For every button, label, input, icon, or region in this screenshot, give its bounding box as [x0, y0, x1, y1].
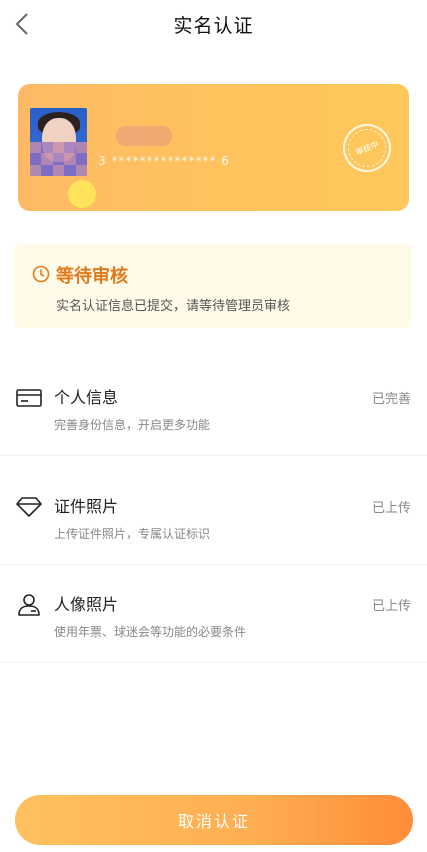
- status-box: 等待审核 实名认证信息已提交，请等待管理员审核: [14, 244, 412, 328]
- list-item-personal-info[interactable]: 个人信息 完善身份信息，开启更多功能 已完善: [0, 358, 427, 456]
- user-icon: [16, 593, 42, 617]
- id-number: 3 *************** 6: [98, 154, 230, 168]
- page-title: 实名认证: [173, 14, 254, 37]
- status-title: 等待审核: [56, 266, 128, 287]
- id-card: 审核中: [18, 84, 409, 211]
- review-stamp: 审核中: [335, 116, 399, 180]
- back-button[interactable]: [6, 8, 38, 40]
- id-card-icon: [16, 386, 42, 410]
- item-subtitle: 上传证件照片，专属认证标识: [54, 527, 211, 541]
- name-redacted: [116, 126, 172, 146]
- item-subtitle: 完善身份信息，开启更多功能: [54, 418, 211, 432]
- list-item-id-photo[interactable]: 证件照片 上传证件照片，专属认证标识 已上传: [0, 467, 427, 565]
- item-state: 已完善: [371, 392, 411, 407]
- item-label: 证件照片: [54, 497, 119, 516]
- item-state: 已上传: [371, 599, 411, 614]
- photo-mosaic: [30, 142, 87, 176]
- top-bar: 实名认证: [0, 0, 427, 48]
- item-state: 已上传: [371, 501, 411, 516]
- clock-icon: [32, 265, 50, 283]
- id-photo: [30, 108, 87, 176]
- item-subtitle: 使用年票、球迷会等功能的必要条件: [54, 625, 247, 639]
- item-label: 人像照片: [54, 595, 119, 614]
- chevron-left-icon: [15, 13, 28, 35]
- diamond-icon: [16, 495, 42, 519]
- list-item-portrait-photo[interactable]: 人像照片 使用年票、球迷会等功能的必要条件 已上传: [0, 565, 427, 663]
- status-description: 实名认证信息已提交，请等待管理员审核: [56, 299, 291, 314]
- decor-dot: [68, 180, 96, 208]
- cancel-verification-button[interactable]: 取消认证: [15, 795, 413, 845]
- item-label: 个人信息: [54, 388, 119, 407]
